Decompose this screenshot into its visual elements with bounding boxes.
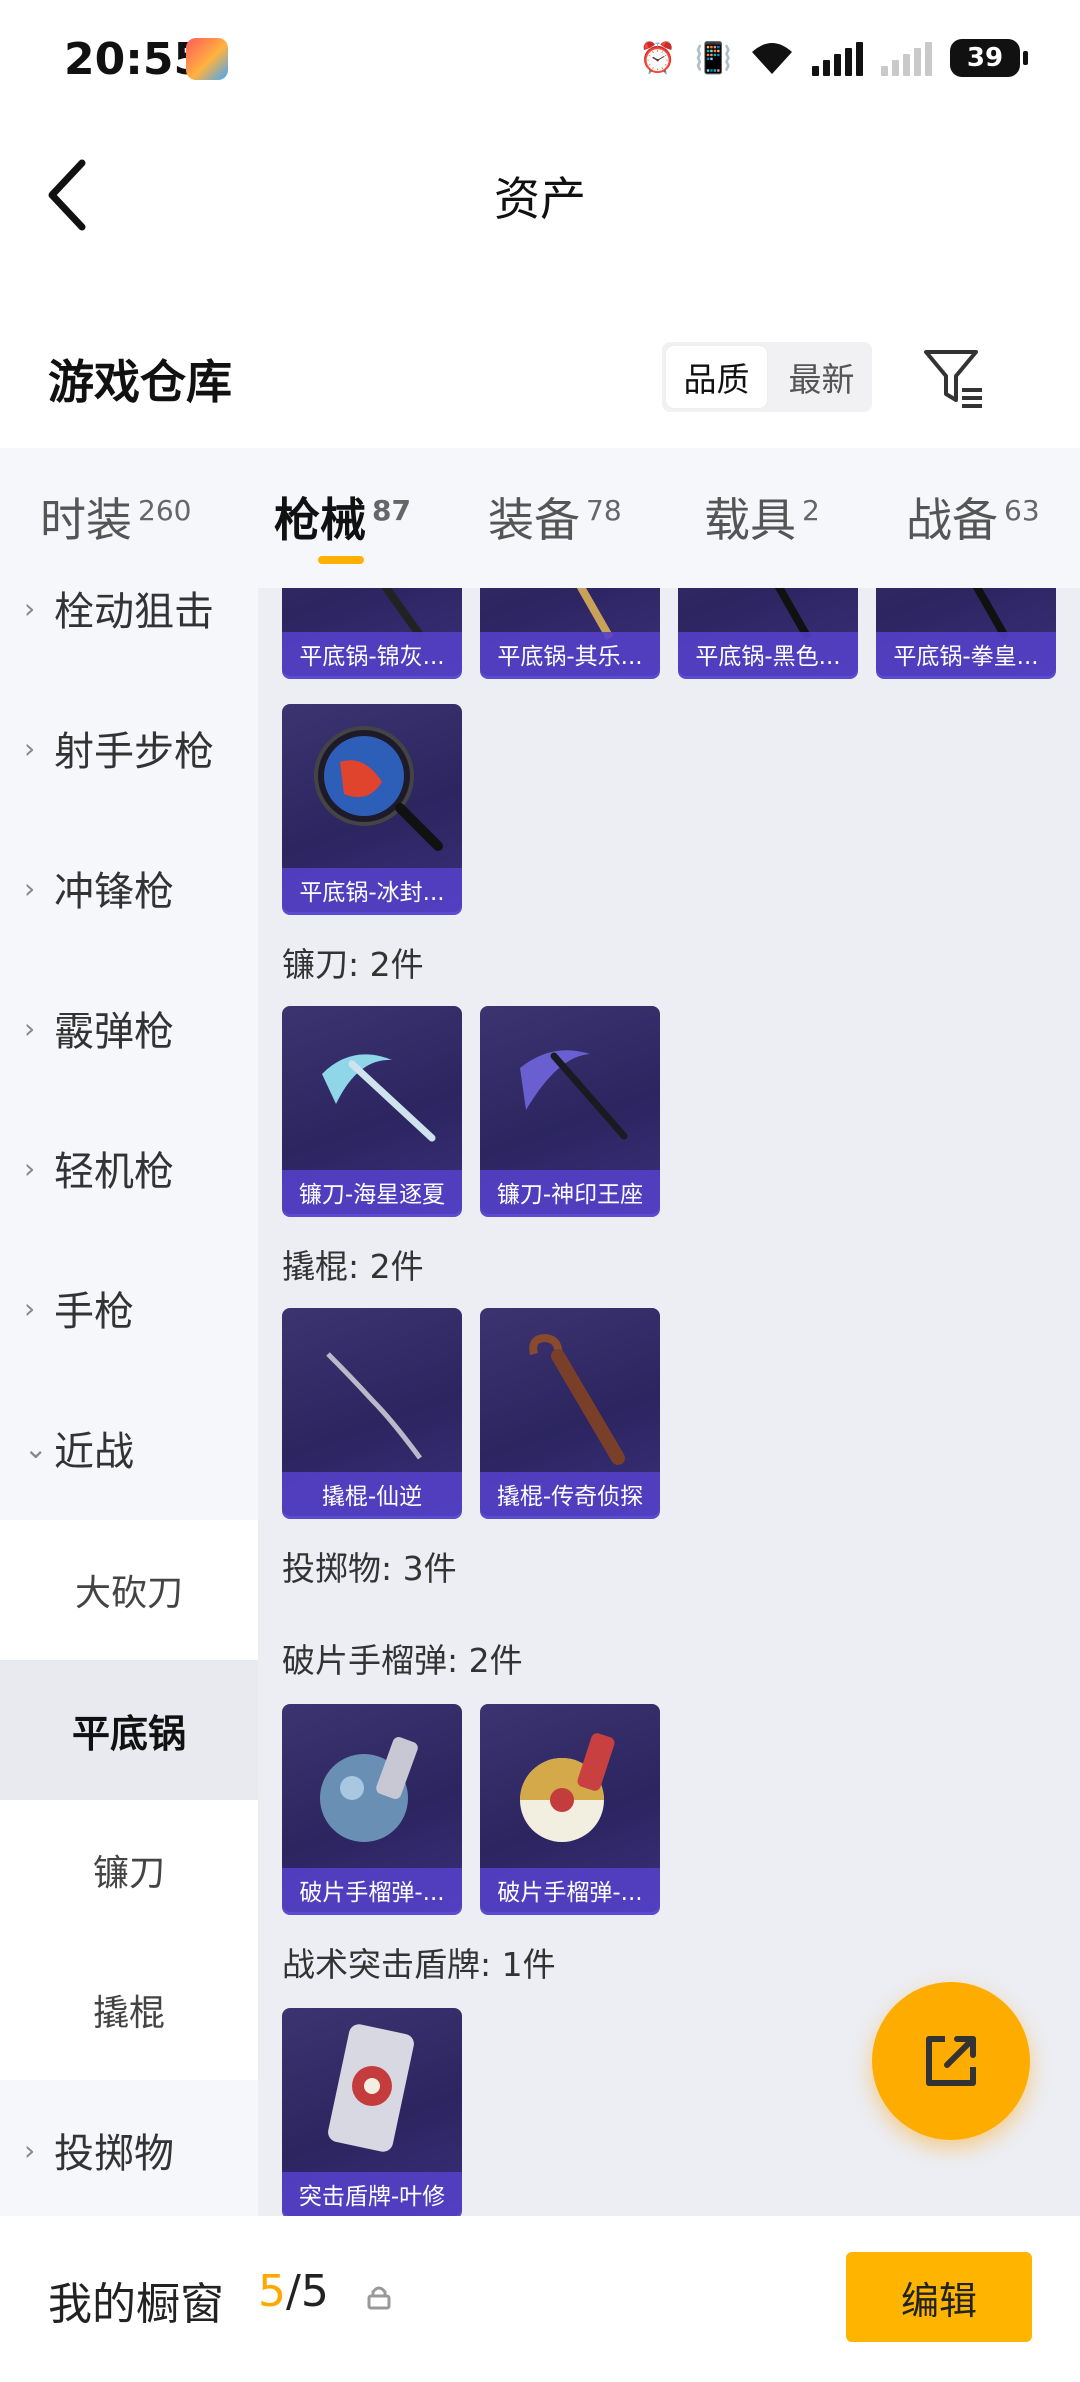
- sidebar-item-marksman[interactable]: › 射手步枪: [0, 678, 258, 818]
- page-title: 资产: [494, 172, 586, 226]
- status-icons: ⏰ 📳 39: [639, 38, 1028, 78]
- signal-5g-icon: [812, 40, 863, 76]
- item-card[interactable]: 撬棍-传奇侦探: [480, 1308, 660, 1516]
- chevron-right-icon: ›: [24, 731, 36, 765]
- item-card[interactable]: 突击盾牌-叶修: [282, 2008, 462, 2216]
- sidebar: › 栓动狙击 › 射手步枪 › 冲锋枪 › 霰弹枪 › 轻机枪 › 手枪 ⌄ 近战 大砍刀 平…: [0, 588, 258, 2216]
- chevron-right-icon: ›: [24, 2133, 36, 2167]
- status-bar: 20:55 ⏰ 📳 39: [0, 0, 1080, 125]
- category-tabs: 时装 260 枪械 87 装备 78 载具 2 战备 63: [0, 448, 1080, 588]
- sidebar-item-shotgun[interactable]: › 霰弹枪: [0, 958, 258, 1098]
- item-card[interactable]: 镰刀-神印王座: [480, 1006, 660, 1214]
- tab-equipment[interactable]: 装备 78: [488, 484, 622, 550]
- chevron-right-icon: ›: [24, 1291, 36, 1325]
- tab-vehicles[interactable]: 载具 2: [704, 484, 820, 550]
- sidebar-item-throwables[interactable]: › 投掷物: [0, 2080, 258, 2216]
- clock: 20:55: [64, 34, 205, 85]
- app-notification-icon: [186, 38, 228, 80]
- tab-fashion[interactable]: 时装 260: [40, 484, 191, 550]
- sidebar-item-lmg[interactable]: › 轻机枪: [0, 1098, 258, 1238]
- sidebar-item-bolt-sniper[interactable]: › 栓动狙击: [0, 588, 258, 678]
- signal-sim2-icon: [881, 40, 932, 76]
- bottom-bar: 我的橱窗 5/5 编辑: [0, 2216, 1080, 2382]
- melee-subcategories: 大砍刀 平底锅 镰刀 撬棍: [0, 1520, 258, 2080]
- sidebar-sub-machete[interactable]: 大砍刀: [0, 1520, 258, 1660]
- warehouse-title: 游戏仓库: [48, 355, 232, 409]
- lock-icon: [366, 2284, 392, 2310]
- battery-icon: 39: [950, 39, 1028, 77]
- section-header-sickle: 镰刀: 2件: [282, 945, 424, 984]
- chevron-right-icon: ›: [24, 871, 36, 905]
- sort-toggle: 品质 最新: [662, 342, 872, 412]
- showcase-count: 5/5: [258, 2266, 329, 2317]
- sort-newest-button[interactable]: 最新: [771, 342, 872, 412]
- item-card[interactable]: 平底锅-其乐...: [480, 588, 660, 676]
- item-card[interactable]: 镰刀-海星逐夏: [282, 1006, 462, 1214]
- top-nav: 资产: [0, 125, 1080, 265]
- edit-button[interactable]: 编辑: [846, 2252, 1032, 2342]
- section-header-shield: 战术突击盾牌: 1件: [282, 1945, 556, 1984]
- chevron-right-icon: ›: [24, 591, 36, 625]
- chevron-right-icon: ›: [24, 1151, 36, 1185]
- chevron-down-icon: ⌄: [24, 1431, 48, 1465]
- item-card[interactable]: 平底锅-锦灰...: [282, 588, 462, 676]
- sidebar-sub-crowbar[interactable]: 撬棍: [0, 1940, 258, 2080]
- section-header-frag: 破片手榴弹: 2件: [282, 1641, 523, 1680]
- warehouse-header: 游戏仓库 品质 最新: [0, 320, 1080, 440]
- vibrate-icon: 📳: [694, 40, 732, 76]
- section-header-throwables: 投掷物: 3件: [282, 1549, 457, 1588]
- item-card[interactable]: 平底锅-拳皇...: [876, 588, 1056, 676]
- share-button[interactable]: [872, 1982, 1030, 2140]
- share-icon: [926, 2036, 976, 2086]
- chevron-right-icon: ›: [24, 1011, 36, 1045]
- sidebar-item-melee[interactable]: ⌄ 近战: [0, 1378, 258, 1518]
- active-tab-indicator: [318, 556, 364, 564]
- alarm-icon: ⏰: [639, 40, 677, 76]
- filter-icon[interactable]: [922, 346, 986, 410]
- item-card[interactable]: 破片手榴弹-...: [480, 1704, 660, 1912]
- sort-quality-button[interactable]: 品质: [666, 346, 767, 408]
- item-card[interactable]: 平底锅-冰封...: [282, 704, 462, 912]
- item-card[interactable]: 平底锅-黑色...: [678, 588, 858, 676]
- item-card[interactable]: 撬棍-仙逆: [282, 1308, 462, 1516]
- sidebar-item-pistol[interactable]: › 手枪: [0, 1238, 258, 1378]
- item-card[interactable]: 破片手榴弹-...: [282, 1704, 462, 1912]
- sidebar-item-smg[interactable]: › 冲锋枪: [0, 818, 258, 958]
- tab-supplies[interactable]: 战备 63: [906, 484, 1040, 550]
- showcase-label: 我的橱窗: [48, 2279, 224, 2330]
- wifi-icon: [750, 38, 794, 78]
- section-header-crowbar: 撬棍: 2件: [282, 1247, 424, 1286]
- sidebar-sub-sickle[interactable]: 镰刀: [0, 1800, 258, 1940]
- tab-firearms[interactable]: 枪械 87: [274, 484, 411, 550]
- item-grid: 平底锅-锦灰... 平底锅-其乐... 平底锅-黑色... 平底锅-拳皇... …: [258, 588, 1080, 2216]
- sidebar-sub-pan[interactable]: 平底锅: [0, 1660, 258, 1800]
